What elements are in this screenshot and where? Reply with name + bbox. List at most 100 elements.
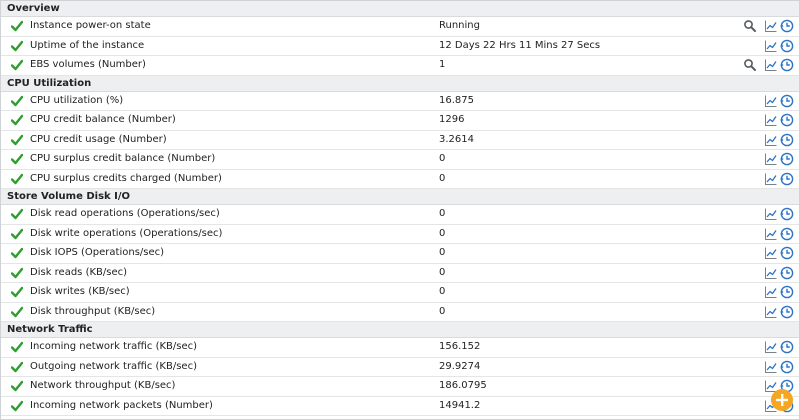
clock-history-icon[interactable] [780, 39, 794, 53]
check-icon [10, 247, 24, 259]
check-icon [10, 59, 24, 71]
line-graph-icon[interactable] [764, 360, 778, 374]
metric-row: CPU surplus credits charged (Number) 0 [1, 169, 799, 189]
line-graph-icon[interactable] [764, 246, 778, 260]
metric-value: 0 [439, 172, 446, 184]
metric-label: Network throughput (KB/sec) [30, 380, 176, 391]
line-graph-icon[interactable] [764, 305, 778, 319]
metric-value: 156.152 [439, 341, 481, 352]
section-header-overview: Overview [1, 1, 799, 17]
section-header-store-volume-disk-i-o: Store Volume Disk I/O [1, 189, 799, 205]
metric-label: Disk read operations (Operations/sec) [30, 208, 220, 219]
metric-value: 3.2614 [439, 133, 474, 145]
search-icon[interactable] [743, 19, 757, 33]
line-graph-icon[interactable] [764, 227, 778, 241]
section-header-network-traffic: Network Traffic [1, 322, 799, 338]
check-icon [10, 40, 24, 52]
clock-history-icon[interactable] [780, 285, 794, 299]
metric-label: EBS volumes (Number) [30, 59, 146, 70]
line-graph-icon[interactable] [764, 113, 778, 127]
line-graph-icon[interactable] [764, 39, 778, 53]
metric-label: Disk IOPS (Operations/sec) [30, 247, 165, 258]
check-icon [10, 286, 24, 298]
search-icon[interactable] [743, 58, 757, 72]
metric-row: Disk reads (KB/sec) 0 [1, 263, 799, 283]
metric-value: 0 [439, 208, 446, 219]
check-icon [10, 380, 24, 392]
metric-row: Disk read operations (Operations/sec) 0 [1, 205, 799, 225]
plus-icon [776, 394, 788, 406]
metric-value: 0 [439, 227, 446, 239]
clock-history-icon[interactable] [780, 246, 794, 260]
metric-value: 0 [439, 266, 446, 278]
metric-row: Uptime of the instance 12 Days 22 Hrs 11 … [1, 36, 799, 56]
metric-value: 12 Days 22 Hrs 11 Mins 27 Secs [439, 39, 601, 51]
clock-history-icon[interactable] [780, 207, 794, 221]
check-icon [10, 95, 24, 107]
metric-value: 29.9274 [439, 360, 481, 372]
metric-label: Disk writes (KB/sec) [30, 286, 130, 297]
metric-value: 1 [439, 59, 446, 70]
metric-value: 0 [439, 286, 446, 297]
line-graph-icon[interactable] [764, 207, 778, 221]
line-graph-icon[interactable] [764, 266, 778, 280]
line-graph-icon[interactable] [764, 58, 778, 72]
metric-row: Disk IOPS (Operations/sec) 0 [1, 244, 799, 264]
clock-history-icon[interactable] [780, 19, 794, 33]
metric-label: Disk reads (KB/sec) [30, 266, 128, 278]
check-icon [10, 267, 24, 279]
metric-label: Instance power-on state [30, 20, 151, 31]
clock-history-icon[interactable] [780, 113, 794, 127]
line-graph-icon[interactable] [764, 133, 778, 147]
metric-label: CPU surplus credits charged (Number) [30, 172, 222, 184]
metric-row: Instance power-on state Running [1, 17, 799, 37]
line-graph-icon[interactable] [764, 285, 778, 299]
check-icon [10, 361, 24, 373]
metric-row: Incoming network traffic (KB/sec) 156.152 [1, 338, 799, 358]
clock-history-icon[interactable] [780, 266, 794, 280]
metric-row: EBS volumes (Number) 1 [1, 56, 799, 76]
metric-label: Disk write operations (Operations/sec) [30, 227, 223, 239]
metric-value: 0 [439, 153, 446, 164]
clock-history-icon[interactable] [780, 305, 794, 319]
clock-history-icon[interactable] [780, 227, 794, 241]
add-button[interactable] [771, 389, 793, 411]
clock-history-icon[interactable] [780, 360, 794, 374]
line-graph-icon[interactable] [764, 94, 778, 108]
line-graph-icon[interactable] [764, 340, 778, 354]
metric-row: Disk throughput (KB/sec) 0 [1, 302, 799, 322]
metric-value: 1296 [439, 114, 465, 125]
metric-label: Disk throughput (KB/sec) [30, 305, 156, 317]
monitor-table: Overview Instance power-on state Running Up… [0, 0, 800, 420]
clock-history-icon[interactable] [780, 340, 794, 354]
clock-history-icon[interactable] [780, 133, 794, 147]
metric-value: 16.875 [439, 94, 474, 106]
metric-label: CPU credit usage (Number) [30, 133, 167, 145]
line-graph-icon[interactable] [764, 172, 778, 186]
metric-label: CPU credit balance (Number) [30, 114, 176, 125]
check-icon [10, 20, 24, 32]
metric-value: 0 [439, 305, 446, 317]
metric-row: CPU credit balance (Number) 1296 [1, 111, 799, 131]
clock-history-icon[interactable] [780, 94, 794, 108]
section-header-cpu-utilization: CPU Utilization [1, 75, 799, 92]
metric-row: Disk writes (KB/sec) 0 [1, 283, 799, 303]
clock-history-icon[interactable] [780, 172, 794, 186]
metric-label: Incoming network traffic (KB/sec) [30, 341, 198, 352]
metric-row: CPU utilization (%) 16.875 [1, 91, 799, 111]
metric-value: 0 [439, 247, 446, 258]
metric-value: 186.0795 [439, 380, 487, 391]
metric-label: Outgoing network traffic (KB/sec) [30, 360, 197, 372]
metric-row: Outgoing network traffic (KB/sec) 29.9274 [1, 357, 799, 377]
line-graph-icon[interactable] [764, 152, 778, 166]
metric-label: CPU utilization (%) [30, 94, 124, 106]
line-graph-icon[interactable] [764, 19, 778, 33]
check-icon [10, 208, 24, 220]
check-icon [10, 134, 24, 146]
metric-label: Uptime of the instance [30, 39, 145, 51]
clock-history-icon[interactable] [780, 152, 794, 166]
metric-row: CPU credit usage (Number) 3.2614 [1, 130, 799, 150]
check-icon [10, 114, 24, 126]
clock-history-icon[interactable] [780, 58, 794, 72]
metric-value: Running [439, 20, 480, 31]
